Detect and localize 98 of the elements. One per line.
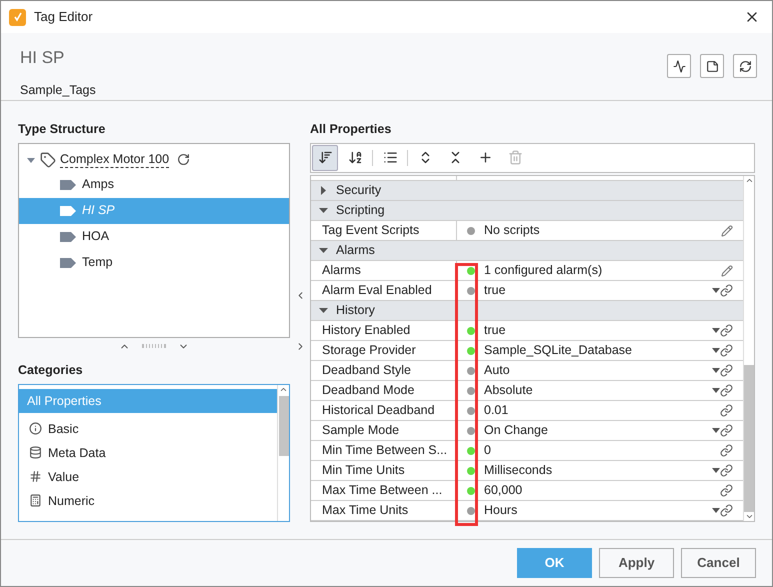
tag-icon — [59, 178, 77, 191]
pencil-icon[interactable] — [721, 264, 733, 276]
toolbar-button[interactable] — [312, 144, 338, 171]
property-value[interactable]: 0 — [484, 441, 720, 460]
link-icon[interactable] — [720, 384, 733, 397]
property-name: Alarm Eval Enabled — [311, 281, 457, 300]
expand-caret-icon[interactable] — [319, 246, 328, 255]
property-value[interactable]: On Change — [484, 421, 712, 440]
database-icon — [29, 446, 42, 460]
property-name: Historical Deadband — [311, 401, 457, 420]
tree-item[interactable]: Temp — [19, 250, 289, 276]
sort-icon — [318, 150, 332, 166]
property-value[interactable]: No scripts — [484, 221, 721, 240]
dropdown-caret-icon[interactable] — [712, 348, 720, 354]
property-value[interactable]: 60,000 — [484, 481, 720, 500]
window-title: Tag Editor — [34, 8, 94, 26]
property-name: Max Time Between ... — [311, 481, 457, 500]
property-name: Deadband Style — [311, 361, 457, 380]
tag-icon — [59, 256, 77, 269]
link-icon[interactable] — [720, 484, 733, 497]
calculator-icon — [29, 494, 42, 508]
dropdown-caret-icon[interactable] — [712, 468, 720, 474]
link-icon[interactable] — [720, 364, 733, 377]
expand-caret-icon[interactable] — [26, 156, 36, 164]
info-icon — [29, 422, 42, 436]
group-row[interactable]: History — [311, 301, 743, 321]
trash-icon — [508, 150, 522, 166]
property-name: Storage Provider — [311, 341, 457, 360]
dialog-button[interactable]: Cancel — [681, 548, 756, 578]
property-value[interactable]: 0.01 — [484, 401, 720, 420]
header-icon-button[interactable] — [667, 54, 691, 78]
tag-provider-label: Sample_Tags — [20, 82, 96, 99]
property-value[interactable]: Milliseconds — [484, 461, 712, 480]
refresh-icon — [738, 60, 752, 72]
plus-icon — [478, 150, 492, 166]
scrollbar[interactable] — [277, 384, 289, 521]
link-icon[interactable] — [720, 424, 733, 437]
tree-item[interactable]: HOA — [19, 224, 289, 250]
property-name: Min Time Units — [311, 461, 457, 480]
link-icon[interactable] — [720, 504, 733, 517]
category-item[interactable]: Numeric — [19, 488, 277, 513]
refresh-icon — [177, 153, 190, 166]
sort-alpha-icon — [348, 150, 362, 166]
group-row[interactable]: Scripting — [311, 201, 743, 221]
dropdown-caret-icon[interactable] — [712, 368, 720, 374]
list-icon — [382, 150, 398, 166]
section-heading: All Properties — [310, 121, 392, 138]
property-name: Max Time Units — [311, 501, 457, 520]
property-value[interactable]: true — [484, 281, 712, 300]
tag-outline-icon — [40, 152, 56, 168]
note-icon — [706, 60, 718, 72]
property-value[interactable]: Sample_SQLite_Database — [484, 341, 712, 360]
tag-name-heading: HI SP — [20, 47, 66, 69]
dropdown-caret-icon[interactable] — [712, 388, 720, 394]
property-value[interactable]: 1 configured alarm(s) — [484, 261, 721, 280]
group-row[interactable]: Security — [311, 181, 743, 201]
pulse-icon — [672, 60, 686, 72]
group-row[interactable]: Alarms — [311, 241, 743, 261]
section-heading: Categories — [18, 362, 84, 380]
header-icon-button[interactable] — [700, 54, 724, 78]
dropdown-caret-icon[interactable] — [712, 288, 720, 294]
scrollbar[interactable] — [743, 176, 754, 521]
property-value[interactable]: Hours — [484, 501, 712, 520]
property-name: Alarms — [311, 261, 457, 280]
hash-icon — [29, 470, 42, 484]
category-item[interactable]: Basic — [19, 416, 277, 441]
tag-icon — [59, 230, 77, 243]
app-icon — [9, 8, 26, 26]
property-name: History Enabled — [311, 321, 457, 340]
section-heading: Type Structure — [18, 121, 106, 138]
pencil-icon[interactable] — [721, 224, 733, 236]
tree-item[interactable]: Amps — [19, 172, 289, 198]
tree-item[interactable]: Complex Motor 100 — [60, 152, 170, 168]
dropdown-caret-icon[interactable] — [712, 328, 720, 334]
link-icon[interactable] — [720, 444, 733, 457]
link-icon[interactable] — [720, 284, 733, 297]
tag-icon — [59, 204, 77, 217]
link-icon[interactable] — [720, 404, 733, 417]
dropdown-caret-icon[interactable] — [712, 428, 720, 434]
link-icon[interactable] — [720, 464, 733, 477]
category-item[interactable]: Meta Data — [19, 440, 277, 465]
property-value[interactable]: Absolute — [484, 381, 712, 400]
expand-caret-icon[interactable] — [319, 186, 328, 195]
expand-caret-icon[interactable] — [319, 306, 328, 315]
scroll-down-icon[interactable] — [744, 512, 754, 521]
link-icon[interactable] — [720, 324, 733, 337]
link-icon[interactable] — [720, 344, 733, 357]
property-name: Min Time Between S... — [311, 441, 457, 460]
property-name: Tag Event Scripts — [311, 221, 457, 240]
property-name: Deadband Mode — [311, 381, 457, 400]
expand-caret-icon[interactable] — [319, 206, 328, 215]
header-icon-button[interactable] — [733, 54, 757, 78]
dropdown-caret-icon[interactable] — [712, 508, 720, 514]
property-name: Sample Mode — [311, 421, 457, 440]
dialog-button[interactable]: Apply — [599, 548, 674, 578]
category-item[interactable]: Value — [19, 464, 277, 489]
property-value[interactable]: true — [484, 321, 712, 340]
property-value[interactable]: Auto — [484, 361, 712, 380]
